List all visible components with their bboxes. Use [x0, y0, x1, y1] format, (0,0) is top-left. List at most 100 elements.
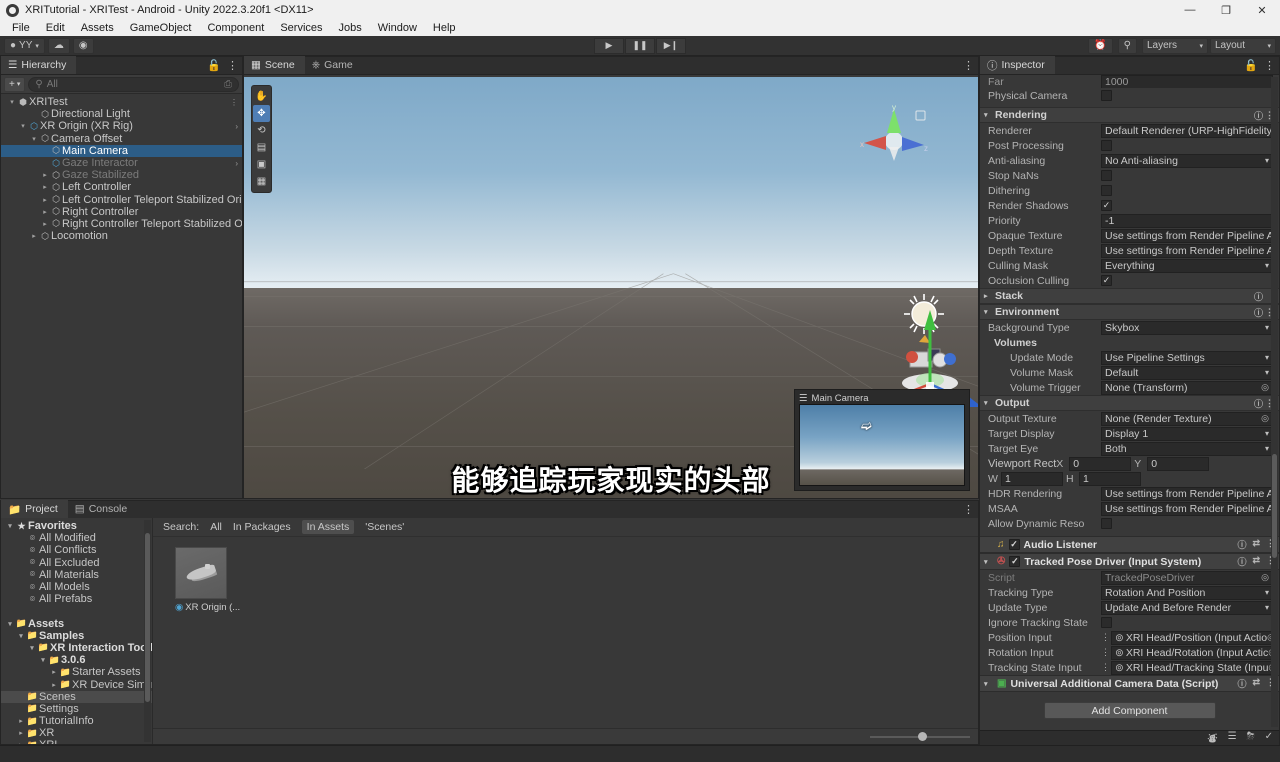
hierarchy-item[interactable]: ▸ ⬡ Locomotion	[1, 230, 242, 242]
checkbox[interactable]	[1101, 140, 1112, 151]
text-field[interactable]: -1	[1101, 213, 1273, 228]
kebab-menu-icon[interactable]: ⋮	[1264, 59, 1275, 72]
project-tree-scrollbar[interactable]	[144, 520, 151, 742]
component-header[interactable]: ▾ ▣ Universal Additional Camera Data (Scri…	[980, 675, 1279, 692]
component-enabled-checkbox[interactable]: ✓	[1008, 539, 1020, 550]
dropdown-field[interactable]: Both	[1101, 441, 1273, 456]
kebab-menu-icon[interactable]: ⋮	[1101, 662, 1111, 673]
expand-arrow-closed-icon[interactable]: ▸	[49, 668, 59, 676]
component-enabled-checkbox[interactable]: ✓	[1009, 556, 1021, 567]
pause-button[interactable]: ❚❚	[625, 37, 655, 54]
search-button[interactable]: ⚲	[1117, 37, 1137, 54]
fold-open-icon[interactable]: ▾	[984, 680, 993, 688]
project-tree-item[interactable]: ▾ 📁 XR Interaction Toolkit	[1, 642, 152, 654]
project-tree-item[interactable]: 📁 Scenes	[1, 690, 152, 703]
dropdown-field[interactable]: No Anti-aliasing	[1101, 153, 1273, 168]
check-circle-icon[interactable]: ✓	[1265, 731, 1273, 746]
expand-arrow-closed-icon[interactable]: ▸	[40, 196, 50, 204]
menu-item-help[interactable]: Help	[425, 20, 464, 36]
expand-arrow-closed-icon[interactable]: ▸	[40, 220, 50, 228]
inspector-section-header[interactable]: ▾ Environment ⓘ ⋮	[980, 304, 1279, 320]
slider-knob[interactable]	[918, 732, 927, 741]
project-tree-item[interactable]: ▸ 📁 XR Device Simula	[1, 678, 152, 691]
fold-open-icon[interactable]: ▾	[984, 399, 995, 407]
help-icon[interactable]: ⓘ	[1237, 555, 1246, 568]
expand-arrow-closed-icon[interactable]: ▸	[16, 741, 26, 744]
no-gizmos-icon[interactable]: ⛈	[1247, 731, 1255, 746]
filter-option-in-packages[interactable]: In Packages	[233, 521, 291, 533]
maximize-button[interactable]: ❐	[1208, 0, 1244, 20]
transform-tool-icon[interactable]: ▦	[252, 173, 271, 190]
expand-arrow-open-icon[interactable]: ▾	[5, 522, 15, 530]
kebab-menu-icon[interactable]: ⋮	[1101, 647, 1111, 658]
move-tool-icon[interactable]: ✥	[253, 105, 270, 122]
kebab-menu-icon[interactable]: ⋮	[227, 59, 238, 72]
inspector-section-header[interactable]: ▸ Stack ⓘ	[980, 288, 1279, 304]
dropdown-field[interactable]: Use settings from Render Pipeline A	[1101, 501, 1273, 516]
kebab-menu-icon[interactable]: ⋮	[230, 98, 238, 107]
input-action-field[interactable]: ⊚ XRI Head/Tracking State (Inpu	[1111, 660, 1273, 675]
open-prefab-chevron-icon[interactable]: ›	[235, 159, 238, 168]
project-tree-item[interactable]: ▾ ★ Favorites	[1, 520, 152, 532]
dropdown-field[interactable]: Update And Before Render	[1101, 600, 1273, 615]
scale-tool-icon[interactable]: ▤	[252, 139, 271, 156]
expand-arrow-closed-icon[interactable]: ▸	[16, 729, 26, 737]
component-header[interactable]: ▾✇✓Tracked Pose Driver (Input System)ⓘ⇄⋮	[980, 553, 1279, 570]
input-action-field[interactable]: ⊚ XRI Head/Rotation (Input Actic	[1111, 645, 1273, 660]
dropdown-field[interactable]: Use settings from Render Pipeline A	[1101, 228, 1273, 243]
project-tree-item[interactable]: ▸ 📁 TutorialInfo	[1, 715, 152, 727]
tab-inspector[interactable]: ⓘ Inspector	[980, 56, 1055, 74]
project-tree-item[interactable]: ▸ 📁 XR	[1, 727, 152, 739]
help-icon[interactable]: ⓘ	[1237, 677, 1246, 690]
thumbnail-zoom-slider[interactable]	[870, 731, 970, 743]
layout-dropdown[interactable]: Layout ▾	[1210, 37, 1276, 54]
project-tree-item[interactable]: ▸📁XRI	[1, 739, 152, 744]
kebab-menu-icon[interactable]: ⋮	[963, 59, 974, 72]
asset-item[interactable]: ◉ XR Origin (...	[175, 547, 240, 613]
tab-console[interactable]: ▤ Console	[68, 500, 137, 518]
checkbox[interactable]	[1101, 170, 1112, 181]
preset-icon[interactable]: ⇄	[1252, 677, 1260, 690]
expand-arrow-closed-icon[interactable]: ▸	[40, 208, 50, 216]
hierarchy-item[interactable]: ▸ ⬡ Gaze Stabilized	[1, 169, 242, 181]
menu-item-services[interactable]: Services	[272, 20, 330, 36]
inspector-section-header[interactable]: ▾ Rendering ⓘ ⋮	[980, 107, 1279, 123]
hierarchy-item[interactable]: ▾ ⬡ Camera Offset	[1, 133, 242, 145]
dropdown-field[interactable]: Rotation And Position	[1101, 585, 1273, 600]
project-tree-item[interactable]: ⌾ All Conflicts	[1, 544, 152, 556]
component-header[interactable]: ♫✓Audio Listenerⓘ⇄⋮	[980, 536, 1279, 553]
hierarchy-item[interactable]: ▾ ⬡ XR Origin (XR Rig) ›	[1, 120, 242, 132]
drag-handle-icon[interactable]: ☰	[799, 393, 808, 404]
expand-arrow-closed-icon[interactable]: ▸	[40, 183, 50, 191]
kebab-menu-icon[interactable]: ⋮	[963, 503, 974, 516]
dropdown-field[interactable]: Use settings from Render Pipeline A	[1101, 243, 1273, 258]
scene-viewport[interactable]: ✋ ✥ ⟲ ▤ ▣ ▦ y x z ☰ Main Camera ➫ 能够追踪玩家…	[244, 77, 978, 498]
help-icon[interactable]: ⓘ	[1254, 290, 1263, 303]
undo-history-button[interactable]: ⏰	[1088, 37, 1113, 54]
checkbox[interactable]: ✓	[1101, 275, 1112, 286]
hierarchy-item[interactable]: ⬡ Directional Light	[1, 108, 242, 120]
account-button[interactable]: ● YY ▾	[4, 37, 45, 54]
viewport-h-field[interactable]: 1	[1079, 471, 1141, 486]
minimize-button[interactable]: —	[1172, 0, 1208, 20]
fold-open-icon[interactable]: ▾	[984, 558, 993, 566]
project-tree-item[interactable]: ⌾ All Models	[1, 581, 152, 593]
project-tree-item[interactable]: ⌾ All Modified	[1, 532, 152, 544]
preset-icon[interactable]: ⇄	[1252, 538, 1260, 551]
dropdown-field[interactable]: Everything	[1101, 258, 1273, 273]
dropdown-field[interactable]: Use Pipeline Settings	[1101, 350, 1273, 365]
hierarchy-tree[interactable]: ▾ ⬢ XRITest ⋮ ⬡ Directional Light ▾ ⬡ XR Origin …	[1, 94, 242, 498]
object-field[interactable]: TrackedPoseDriver	[1101, 570, 1273, 585]
project-tree-item[interactable]: ▾ 📁 Assets	[1, 618, 152, 630]
menu-item-file[interactable]: File	[4, 20, 38, 36]
dropdown-field[interactable]: Skybox	[1101, 320, 1273, 335]
physical-camera-checkbox[interactable]	[1101, 90, 1112, 101]
inspector-section-header[interactable]: ▾ Output ⓘ ⋮	[980, 395, 1279, 411]
expand-arrow-closed-icon[interactable]: ▸	[40, 171, 50, 179]
settings-button[interactable]: ◉	[72, 37, 94, 54]
menu-item-window[interactable]: Window	[370, 20, 425, 36]
project-tree-item[interactable]: ▾ 📁 3.0.6	[1, 654, 152, 666]
far-field[interactable]: 1000	[1101, 75, 1273, 88]
dropdown-field[interactable]: Display 1	[1101, 426, 1273, 441]
checkbox[interactable]	[1101, 518, 1112, 529]
